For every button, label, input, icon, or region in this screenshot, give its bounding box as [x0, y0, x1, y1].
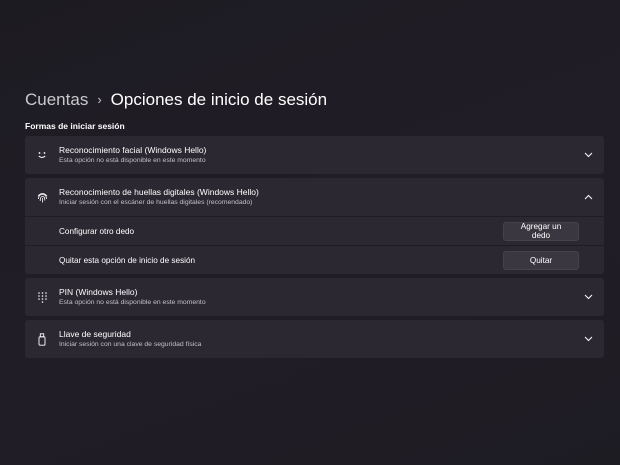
card-security-key-title: Llave de seguridad	[59, 329, 131, 339]
remove-option-label: Quitar esta opción de inicio de sesión	[59, 255, 196, 265]
breadcrumb-separator-icon: ›	[97, 92, 102, 107]
fingerprint-icon	[25, 191, 59, 204]
smile-face-icon	[25, 149, 59, 161]
section-title: Formas de iniciar sesión	[25, 121, 125, 131]
card-security-key-header[interactable]: Llave de seguridad Iniciar sesión con un…	[25, 320, 604, 358]
add-finger-button[interactable]: Agregar un dedo	[503, 221, 579, 241]
card-security-key[interactable]: Llave de seguridad Iniciar sesión con un…	[25, 320, 604, 358]
card-pin[interactable]: PIN (Windows Hello) Esta opción no está …	[25, 278, 604, 316]
card-security-key-subtitle: Iniciar sesión con una clave de segurida…	[59, 341, 202, 348]
card-pin-title: PIN (Windows Hello)	[59, 287, 138, 297]
breadcrumb-parent-cuentas[interactable]: Cuentas	[25, 89, 88, 111]
usb-key-icon	[25, 332, 59, 346]
card-face-recognition[interactable]: Reconocimiento facial (Windows Hello) Es…	[25, 136, 604, 174]
card-fingerprint-subtitle: Iniciar sesión con el escáner de huellas…	[59, 199, 253, 206]
page-title: Opciones de inicio de sesión	[110, 90, 328, 109]
add-finger-label: Configurar otro dedo	[59, 226, 135, 236]
fingerprint-remove-row: Quitar esta opción de inicio de sesión Q…	[25, 245, 604, 274]
chevron-up-icon[interactable]	[582, 191, 594, 203]
keypad-icon	[25, 291, 59, 303]
fingerprint-add-row: Configurar otro dedo Agregar un dedo	[25, 216, 604, 245]
card-face-subtitle: Esta opción no está disponible en este m…	[59, 157, 206, 164]
chevron-down-icon[interactable]	[582, 149, 594, 161]
card-face-title: Reconocimiento facial (Windows Hello)	[59, 145, 207, 155]
remove-button[interactable]: Quitar	[503, 250, 579, 270]
card-face-header[interactable]: Reconocimiento facial (Windows Hello) Es…	[25, 136, 604, 174]
chevron-down-icon[interactable]	[582, 333, 594, 345]
card-fingerprint[interactable]: Reconocimiento de huellas digitales (Win…	[25, 178, 604, 274]
card-pin-header[interactable]: PIN (Windows Hello) Esta opción no está …	[25, 278, 604, 316]
breadcrumb: Cuentas › Opciones de inicio de sesión	[25, 89, 327, 111]
card-pin-subtitle: Esta opción no está disponible en este m…	[59, 299, 206, 306]
card-fingerprint-header[interactable]: Reconocimiento de huellas digitales (Win…	[25, 178, 604, 216]
chevron-down-icon[interactable]	[582, 291, 594, 303]
card-fingerprint-title: Reconocimiento de huellas digitales (Win…	[59, 187, 259, 197]
